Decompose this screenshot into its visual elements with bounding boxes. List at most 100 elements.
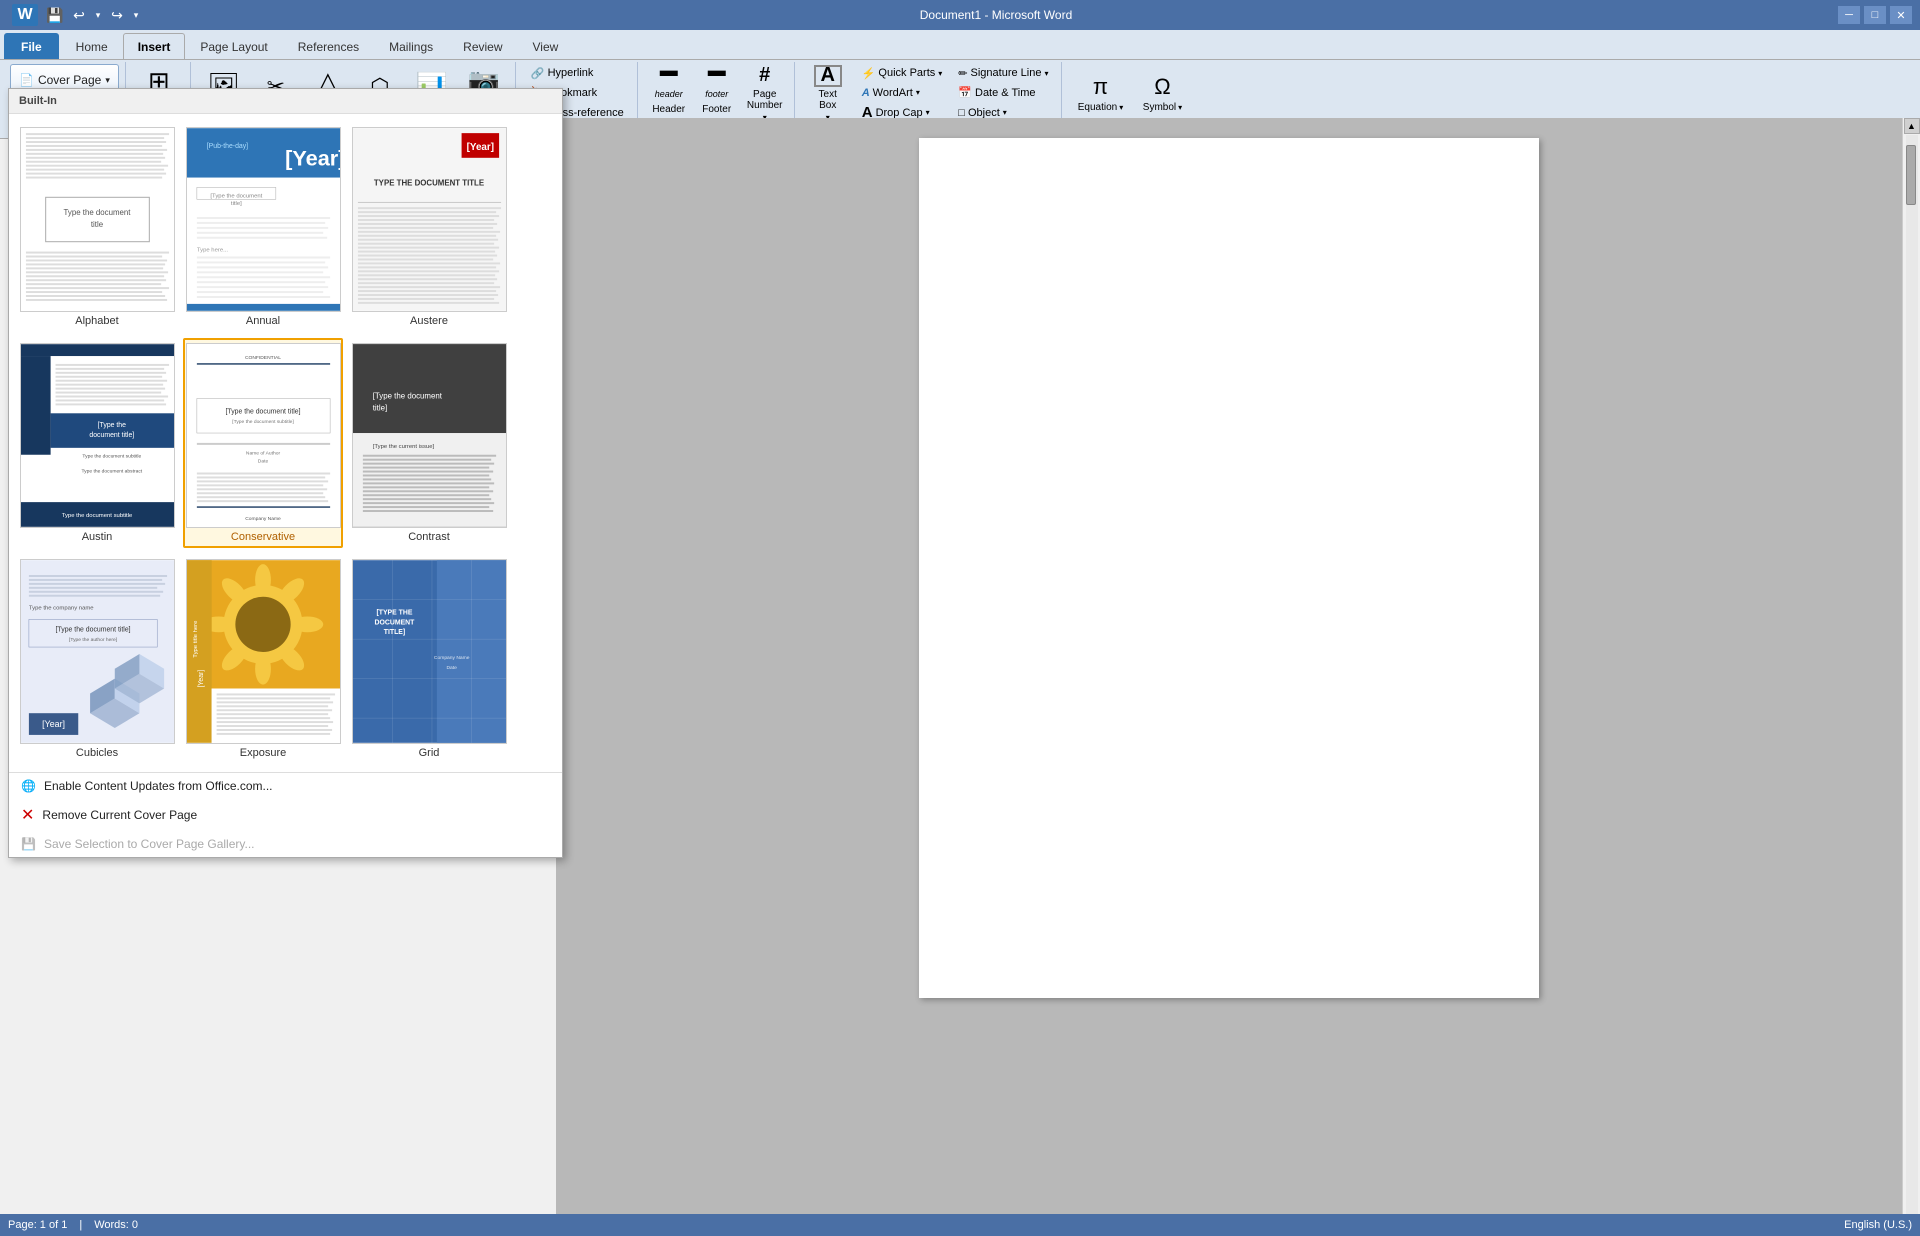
svg-text:[Type the document title]: [Type the document title] <box>225 408 300 415</box>
tab-references[interactable]: References <box>283 33 374 59</box>
quickparts-button[interactable]: ⚡ Quick Parts ▾ <box>855 64 950 82</box>
svg-text:DOCUMENT: DOCUMENT <box>374 619 415 626</box>
maximize-button[interactable]: □ <box>1864 6 1886 24</box>
signatureline-arrow: ▾ <box>1044 69 1048 78</box>
text-stack2: ✏ Signature Line ▾ 📅 Date & Time □ Objec… <box>951 64 1055 122</box>
conservative-name: Conservative <box>231 531 295 543</box>
tab-pagelayout[interactable]: Page Layout <box>185 33 282 59</box>
coverpage-austere[interactable]: [Year] TYPE THE DOCUMENT TITLE <box>349 122 509 332</box>
language-info: English (U.S.) <box>1844 1219 1912 1231</box>
datetime-icon: 📅 <box>958 86 972 99</box>
scrollbar-track[interactable] <box>1906 135 1918 1219</box>
datetime-button[interactable]: 📅 Date & Time <box>951 84 1055 102</box>
austin-thumb: [Type the document title] Type the docum… <box>20 343 175 528</box>
coverpage-austin[interactable]: [Type the document title] Type the docum… <box>17 338 177 548</box>
symbol-label: Symbol ▾ <box>1143 102 1182 113</box>
hyperlink-label: Hyperlink <box>548 67 594 79</box>
tab-review[interactable]: Review <box>448 33 517 59</box>
enable-updates-option[interactable]: 🌐 Enable Content Updates from Office.com… <box>9 773 562 799</box>
svg-text:[Year]: [Year] <box>197 670 204 688</box>
coverpage-dropdown: Built-In <box>8 88 563 858</box>
close-button[interactable]: ✕ <box>1890 6 1912 24</box>
scroll-up-button[interactable]: ▲ <box>1904 118 1920 134</box>
coverpage-contrast[interactable]: [Type the document title] [Type the curr… <box>349 338 509 548</box>
svg-text:Type here...: Type here... <box>196 248 228 254</box>
quick-access-dropdown[interactable]: ▾ <box>130 5 142 25</box>
dropcap-label: Drop Cap <box>876 107 923 119</box>
conservative-thumb: CONFIDENTIAL [Type the document title] [… <box>186 343 341 528</box>
svg-text:TITLE]: TITLE] <box>383 629 404 636</box>
svg-text:[TYPE THE: [TYPE THE <box>376 609 412 616</box>
austere-thumb: [Year] TYPE THE DOCUMENT TITLE <box>352 127 507 312</box>
coverpage-conservative[interactable]: CONFIDENTIAL [Type the document title] [… <box>183 338 343 548</box>
tab-view[interactable]: View <box>518 33 574 59</box>
wordart-arrow: ▾ <box>916 88 920 97</box>
document-page <box>919 138 1539 998</box>
signatureline-button[interactable]: ✏ Signature Line ▾ <box>951 64 1055 82</box>
dropcap-arrow: ▾ <box>926 108 930 117</box>
undo-button[interactable]: ↩ <box>68 5 90 25</box>
datetime-label: Date & Time <box>975 87 1036 99</box>
equation-label: Equation ▾ <box>1078 102 1124 113</box>
tab-bar: File Home Insert Page Layout References … <box>0 30 1920 60</box>
save-button[interactable]: 💾 <box>44 5 66 25</box>
annual-name: Annual <box>246 315 280 327</box>
gallery-grid: Type the document title <box>17 122 554 764</box>
exposure-thumb: [Year] Type title here <box>186 559 341 744</box>
hyperlink-icon: 🔗 <box>531 67 545 80</box>
undo-dropdown[interactable]: ▾ <box>92 5 104 25</box>
svg-text:Type the document subtitle: Type the document subtitle <box>61 513 132 519</box>
remove-cover-option[interactable]: ✕ Remove Current Cover Page <box>9 799 562 831</box>
svg-text:title]: title] <box>230 201 241 207</box>
coverpage-cubicles[interactable]: [Type the document title] [Type the auth… <box>17 554 177 764</box>
svg-text:[Type the document title]: [Type the document title] <box>55 626 130 633</box>
coverpage-alphabet[interactable]: Type the document title <box>17 122 177 332</box>
scrollbar-thumb[interactable] <box>1906 145 1916 205</box>
coverpage-exposure[interactable]: [Year] Type title here <box>183 554 343 764</box>
coverpage-icon: 📄 <box>19 73 34 87</box>
header-button[interactable]: ▬header Header ▾ <box>646 64 692 122</box>
dropdown-header: Built-In <box>9 89 562 114</box>
svg-text:Name of Author: Name of Author <box>245 451 280 457</box>
enable-updates-label: Enable Content Updates from Office.com..… <box>44 779 273 793</box>
word-count: Words: 0 <box>94 1219 138 1231</box>
coverpage-annual[interactable]: [Year] [Pub-the-day] [Type the document … <box>183 122 343 332</box>
tab-home[interactable]: Home <box>61 33 123 59</box>
pagenumber-button[interactable]: # PageNumber ▾ <box>742 64 788 122</box>
save-selection-option: 💾 Save Selection to Cover Page Gallery..… <box>9 831 562 857</box>
equation-button[interactable]: π Equation ▾ <box>1070 64 1130 122</box>
textbox-icon: A <box>814 65 842 87</box>
gallery-scroll[interactable]: Type the document title <box>9 114 562 772</box>
footer-button[interactable]: ▬footer Footer ▾ <box>694 64 740 122</box>
svg-text:Company Name: Company Name <box>433 655 469 661</box>
wordart-button[interactable]: A WordArt ▾ <box>855 84 950 102</box>
coverpage-grid[interactable]: [TYPE THE DOCUMENT TITLE] Company Name D… <box>349 554 509 764</box>
pagenumber-icon: # <box>759 64 770 87</box>
footer-icon: ▬footer <box>705 60 728 102</box>
redo-button[interactable]: ↪ <box>106 5 128 25</box>
svg-text:document title]: document title] <box>89 432 134 439</box>
svg-text:Date: Date <box>446 665 457 671</box>
symbol-button[interactable]: Ω Symbol ▾ <box>1132 64 1192 122</box>
textbox-button[interactable]: A TextBox ▾ <box>803 64 853 122</box>
object-arrow: ▾ <box>1003 108 1007 117</box>
tab-insert[interactable]: Insert <box>123 33 186 59</box>
remove-cover-icon: ✕ <box>21 805 34 825</box>
object-icon: □ <box>958 107 965 119</box>
minimize-button[interactable]: ─ <box>1838 6 1860 24</box>
tab-mailings[interactable]: Mailings <box>374 33 448 59</box>
quickparts-arrow: ▾ <box>938 69 942 78</box>
footer-label: Footer <box>702 104 731 115</box>
austere-name: Austere <box>410 315 448 327</box>
contrast-name: Contrast <box>408 531 450 543</box>
tab-file[interactable]: File <box>4 33 59 59</box>
equation-icon: π <box>1093 74 1108 100</box>
document-area <box>556 118 1902 1236</box>
vertical-scrollbar[interactable]: ▲ ▼ <box>1902 118 1920 1236</box>
contrast-thumb: [Type the document title] [Type the curr… <box>352 343 507 528</box>
hyperlink-button[interactable]: 🔗 Hyperlink <box>524 64 631 82</box>
status-bar: Page: 1 of 1 | Words: 0 English (U.S.) <box>0 1214 1920 1236</box>
dropdown-footer: 🌐 Enable Content Updates from Office.com… <box>9 772 562 857</box>
svg-text:CONFIDENTIAL: CONFIDENTIAL <box>244 355 280 361</box>
alphabet-thumb: Type the document title <box>20 127 175 312</box>
